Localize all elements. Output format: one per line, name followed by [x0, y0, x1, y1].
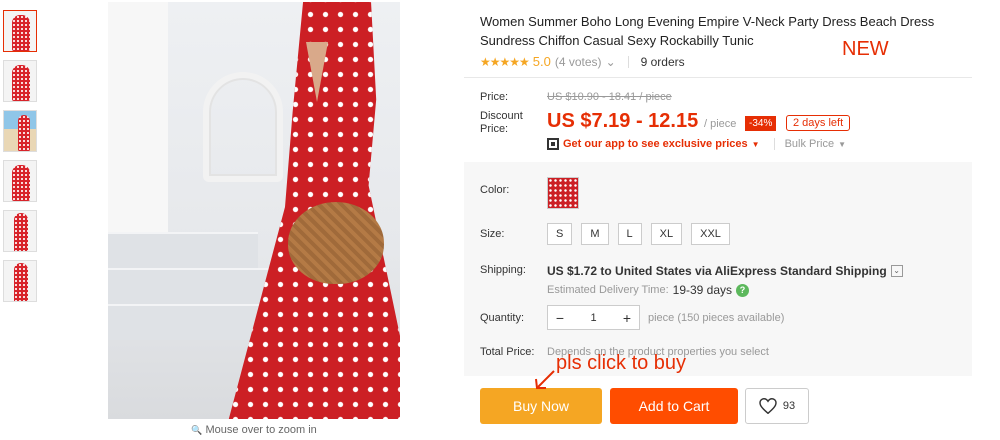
days-left-badge: 2 days left: [786, 115, 851, 131]
quantity-note: piece (150 pieces available): [648, 312, 785, 324]
chevron-down-icon[interactable]: ▼: [752, 140, 760, 149]
size-option-l[interactable]: L: [617, 223, 642, 245]
size-option-xl[interactable]: XL: [650, 223, 683, 245]
annotation-arrow-icon: [535, 370, 555, 389]
divider: [627, 55, 629, 68]
thumbnail-5[interactable]: [3, 210, 37, 252]
zoom-hint-text: Mouse over to zoom in: [205, 424, 317, 436]
size-option-m[interactable]: M: [581, 223, 609, 245]
star-rating-icon: ★★★★★: [480, 54, 530, 69]
chevron-down-icon[interactable]: ▼: [838, 140, 846, 149]
size-option-xxl[interactable]: XXL: [691, 223, 730, 245]
thumbnail-4[interactable]: [3, 160, 37, 202]
delivery-label: Estimated Delivery Time:: [547, 284, 669, 296]
delivery-estimate: Estimated Delivery Time: 19-39 days ?: [547, 283, 750, 297]
wishlist-button[interactable]: 93: [745, 388, 809, 424]
total-price-label: Total Price:: [480, 346, 535, 358]
rating-row: ★★★★★ 5.0 (4 votes) ⌄ 9 orders: [480, 54, 685, 69]
color-swatch-red[interactable]: [547, 177, 579, 209]
price-unit: / piece: [704, 118, 737, 130]
new-tag: NEW: [842, 38, 889, 60]
thumbnail-list: [3, 10, 39, 310]
quantity-input[interactable]: 1: [572, 312, 615, 324]
zoom-hint: 🔍 Mouse over to zoom in: [108, 424, 400, 436]
price-label: Price:: [480, 91, 509, 103]
discount-price-label: Discount Price:: [480, 110, 523, 135]
orders-count: 9 orders: [640, 54, 685, 69]
delivery-days: 19-39 days: [672, 283, 733, 297]
chevron-down-icon[interactable]: ⌄: [606, 55, 616, 69]
size-label: Size:: [480, 228, 505, 240]
quantity-stepper: − 1 +: [547, 305, 640, 330]
thumbnail-6[interactable]: [3, 260, 37, 302]
heart-icon: [759, 398, 777, 414]
app-promo-row: Get our app to see exclusive prices ▼ Bu…: [547, 138, 846, 150]
bulk-price-link[interactable]: Bulk Price: [773, 138, 834, 150]
add-to-cart-button[interactable]: Add to Cart: [610, 388, 738, 424]
discount-badge: -34%: [745, 116, 777, 131]
quantity-label: Quantity:: [480, 312, 525, 324]
shipping-info: US $1.72 to United States via AliExpress…: [547, 264, 903, 278]
product-title: Women Summer Boho Long Evening Empire V-…: [480, 14, 935, 48]
annotation-text: pls click to buy: [556, 352, 687, 374]
shipping-text: US $1.72 to United States via AliExpress…: [547, 264, 887, 278]
decrease-quantity-button[interactable]: −: [548, 310, 572, 326]
zoom-icon: 🔍: [191, 425, 203, 435]
rating-score: 5.0: [532, 54, 551, 69]
qr-code-icon: [547, 138, 559, 150]
help-icon[interactable]: ?: [736, 283, 750, 297]
increase-quantity-button[interactable]: +: [615, 310, 639, 326]
thumbnail-2[interactable]: [3, 60, 37, 102]
main-product-image[interactable]: [108, 2, 400, 419]
shipping-label: Shipping:: [480, 264, 526, 276]
app-promo-link[interactable]: Get our app to see exclusive prices: [563, 138, 748, 150]
discount-price: US $7.19 - 12.15: [547, 110, 699, 132]
size-option-s[interactable]: S: [547, 223, 573, 245]
buy-now-button[interactable]: Buy Now: [480, 388, 602, 424]
original-price: US $10.90 - 18.41 / piece: [547, 91, 672, 103]
thumbnail-3[interactable]: [3, 110, 37, 152]
chevron-down-icon[interactable]: ⌄: [890, 265, 903, 277]
divider: [464, 77, 972, 78]
size-options: S M L XL XXL: [547, 223, 730, 245]
thumbnail-1[interactable]: [3, 10, 37, 52]
wishlist-count: 93: [782, 400, 796, 412]
color-label: Color:: [480, 184, 510, 196]
votes-link[interactable]: (4 votes): [555, 55, 602, 69]
